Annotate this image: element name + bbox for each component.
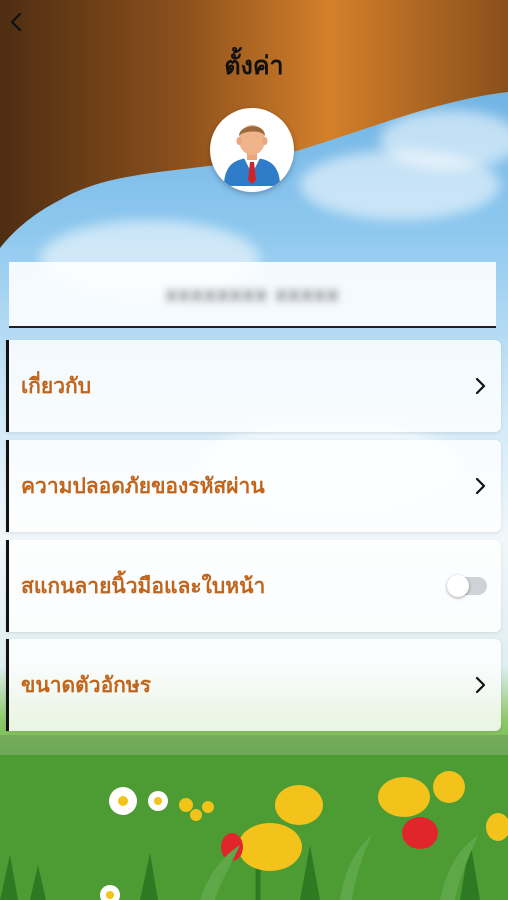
meadow-flowers-decoration bbox=[0, 735, 508, 900]
user-avatar-icon bbox=[216, 114, 288, 186]
menu-item-label: ความปลอดภัยของรหัสผ่าน bbox=[21, 473, 265, 498]
chevron-right-icon bbox=[473, 675, 487, 695]
menu-item-label: สแกนลายนิ้วมือและใบหน้า bbox=[21, 573, 266, 598]
back-button[interactable] bbox=[4, 8, 28, 36]
settings-screen: ตั้งค่า xxxxxxxx xxxxx เกี่ยวกับ ความปลอ… bbox=[0, 0, 508, 900]
chevron-right-icon bbox=[473, 376, 487, 396]
avatar[interactable] bbox=[210, 108, 294, 192]
chevron-left-icon bbox=[10, 12, 22, 32]
menu-item-password-security[interactable]: ความปลอดภัยของรหัสผ่าน bbox=[6, 440, 501, 532]
page-title: ตั้งค่า bbox=[224, 51, 284, 80]
menu-item-label: เกี่ยวกับ bbox=[21, 373, 92, 398]
menu-item-about[interactable]: เกี่ยวกับ bbox=[6, 340, 501, 432]
username-text: xxxxxxxx xxxxx bbox=[165, 282, 340, 306]
username-card: xxxxxxxx xxxxx bbox=[9, 262, 496, 328]
menu-item-biometric-scan: สแกนลายนิ้วมือและใบหน้า bbox=[6, 540, 501, 632]
menu-item-font-size[interactable]: ขนาดตัวอักษร bbox=[6, 639, 501, 731]
menu-item-label: ขนาดตัวอักษร bbox=[21, 672, 152, 697]
chevron-right-icon bbox=[473, 476, 487, 496]
toggle-knob bbox=[447, 575, 469, 597]
biometric-toggle[interactable] bbox=[447, 575, 487, 597]
